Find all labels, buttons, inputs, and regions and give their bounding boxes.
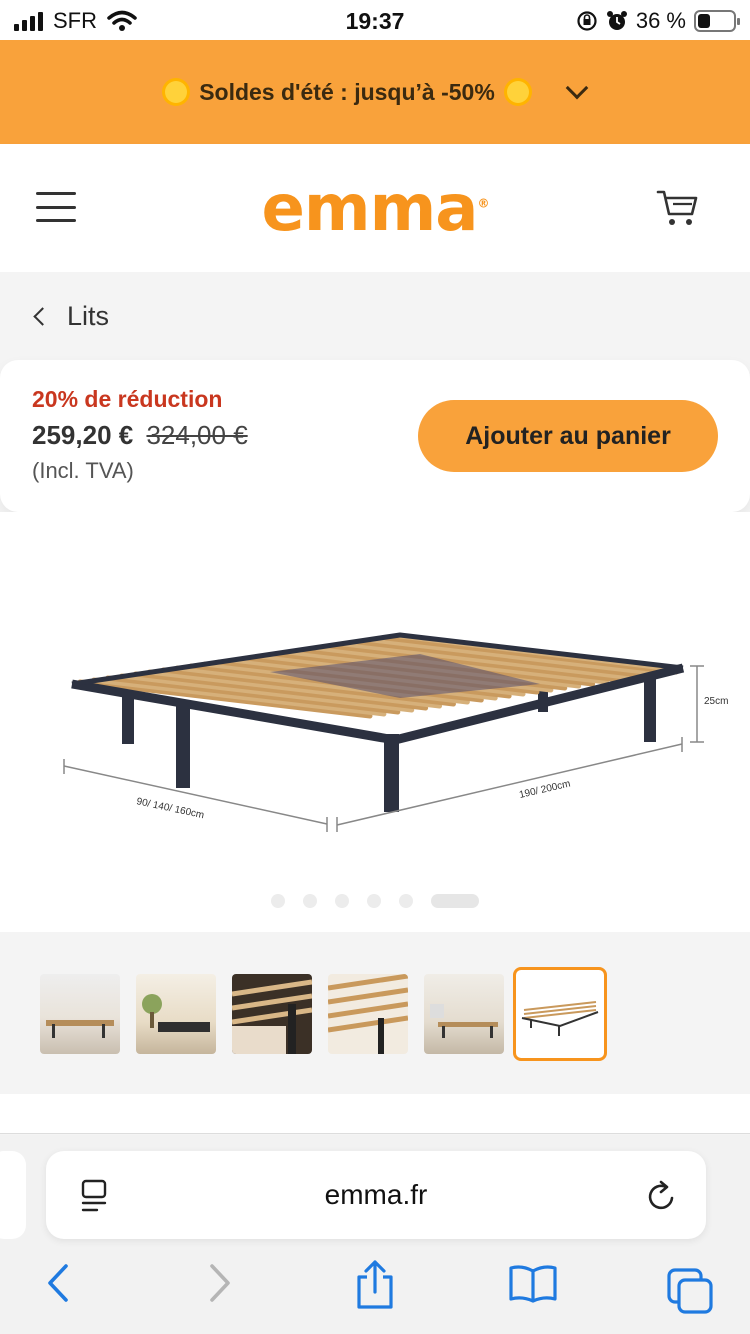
bed-frame-image[interactable]: 25cm 190/ 200cm 90/ 140/ 160cm	[0, 512, 750, 882]
address-bar[interactable]: emma.fr	[46, 1151, 706, 1239]
logo-text: emma	[261, 172, 479, 246]
carousel-dot[interactable]	[399, 894, 413, 908]
old-price: 324,00 €	[146, 420, 248, 450]
discount-label: 20% de réduction	[32, 386, 223, 412]
forward-icon[interactable]	[206, 1263, 234, 1303]
sun-icon	[506, 81, 529, 103]
orientation-lock-icon	[577, 11, 597, 31]
thumbnail-1[interactable]	[40, 974, 120, 1054]
thumbnail-5[interactable]	[424, 974, 504, 1054]
carousel-dot[interactable]	[271, 894, 285, 908]
carousel-dot[interactable]	[367, 894, 381, 908]
current-price: 259,20 €	[32, 420, 134, 450]
cart-icon[interactable]	[656, 188, 700, 228]
battery-fill	[698, 14, 711, 28]
thumbnail-3[interactable]	[232, 974, 312, 1054]
bookmarks-icon[interactable]	[508, 1263, 558, 1303]
previous-tab-edge[interactable]	[0, 1151, 26, 1239]
price-line: 259,20 € 324,00 €	[32, 420, 248, 451]
battery-percentage: 36 %	[635, 8, 686, 33]
sun-icon	[165, 81, 188, 103]
emma-logo[interactable]: emma®	[0, 172, 750, 246]
chevron-left-icon	[33, 306, 52, 326]
carousel-dot[interactable]	[303, 894, 317, 908]
carousel-dot[interactable]	[335, 894, 349, 908]
thumbnail-strip	[0, 932, 750, 1094]
alarm-icon	[606, 11, 627, 30]
share-icon[interactable]	[354, 1259, 396, 1311]
breadcrumb-label[interactable]: Lits	[67, 301, 109, 332]
site-header: emma®	[0, 144, 750, 272]
registered-mark: ®	[477, 196, 489, 211]
add-to-cart-button[interactable]: Ajouter au panier	[418, 400, 718, 472]
carousel-dot-active[interactable]	[431, 894, 479, 908]
dim-length-label: 190/ 200cm	[518, 778, 571, 800]
content-divider	[0, 1094, 750, 1134]
battery-icon	[694, 10, 740, 32]
vat-note: (Incl. TVA)	[32, 458, 134, 483]
browser-toolbar: emma.fr	[0, 1135, 750, 1334]
product-gallery[interactable]: 25cm 190/ 200cm 90/ 140/ 160cm	[0, 512, 750, 932]
promo-banner[interactable]: Soldes d'été : jusqu’à -50%	[0, 40, 750, 144]
promo-text: Soldes d'été : jusqu’à -50%	[199, 78, 495, 105]
breadcrumb[interactable]: Lits	[0, 272, 750, 360]
status-right: 36 %	[576, 8, 740, 34]
url-text[interactable]: emma.fr	[46, 1179, 706, 1211]
price-card: 20% de réduction 259,20 € 324,00 € (Incl…	[0, 360, 750, 512]
dim-height-label: 25cm	[704, 696, 728, 707]
thumbnail-6-selected[interactable]	[513, 967, 607, 1061]
thumbnail-2[interactable]	[136, 974, 216, 1054]
status-bar: SFR 19:37 36 %	[0, 0, 750, 40]
tabs-icon[interactable]	[666, 1267, 714, 1315]
thumbnail-4[interactable]	[328, 974, 408, 1054]
carousel-dots[interactable]	[0, 894, 750, 908]
reload-icon[interactable]	[646, 1179, 678, 1213]
back-icon[interactable]	[44, 1263, 72, 1303]
dim-width-label: 90/ 140/ 160cm	[135, 796, 205, 821]
chevron-down-icon[interactable]	[565, 76, 589, 100]
